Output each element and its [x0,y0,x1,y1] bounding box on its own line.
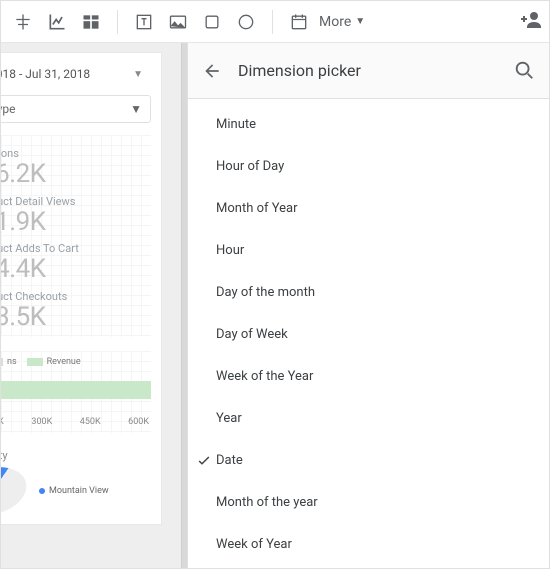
dimension-item[interactable]: Day of Week [188,313,549,355]
separator [117,10,118,34]
more-menu[interactable]: More ▼ [317,14,371,30]
bar [1,381,151,399]
scorecards: essions 76.2K roduct Detail Views 41.9K … [1,135,151,337]
dimension-item[interactable]: Minute [188,103,549,145]
pie-chart-card: y City 14% Mountain View [1,449,151,514]
dimension-item[interactable]: Month of Year [188,187,549,229]
scrollbar[interactable] [181,43,187,568]
dimension-item-label: Date [216,453,243,468]
dimension-item[interactable]: Hour of Day [188,145,549,187]
add-person-icon[interactable] [519,8,543,36]
rectangle-icon[interactable] [196,6,228,38]
dimension-item-label: Hour [216,243,244,258]
scorecard-value: 41.9K [1,208,151,237]
dimension-item-label: Minute [216,117,256,132]
circle-icon[interactable] [230,6,262,38]
dimension-item-label: Month of the year [216,495,318,510]
dimension-item[interactable]: Month of the year [188,481,549,523]
search-button[interactable] [513,59,537,83]
legend-item: ns [1,357,17,367]
chevron-down-icon: ▼ [130,102,142,116]
dimension-picker-panel: Dimension picker Minute Hour of Day Month … [187,43,549,568]
bar-chart: ns Revenue 150K 300K 450K 600K [1,351,151,433]
chart-icon[interactable] [41,6,73,38]
section-title: y City [1,449,151,462]
dimension-list: Minute Hour of Day Month of Year Hour Day of… [188,99,549,568]
dimension-item[interactable]: Date [188,439,549,481]
text-icon[interactable] [128,6,160,38]
legend-item: Revenue [27,357,81,367]
date-range-picker[interactable]: 2018 - Jul 31, 2018 ▼ [1,63,151,85]
scorecard-value: 14.4K [1,255,151,284]
dimension-item-label: Day of Week [216,327,288,342]
x-axis: 150K 300K 450K 600K [1,417,151,427]
toolbar: More ▼ [1,1,549,43]
scorecard-label: roduct Checkouts [1,290,151,303]
report-canvas: 2018 - Jul 31, 2018 ▼ Type ▼ essions 76.… [1,43,187,568]
dimension-item[interactable]: Year [188,397,549,439]
date-range-icon[interactable] [283,6,315,38]
pie-legend-item: Mountain View [39,486,109,496]
scorecard-label: roduct Detail Views [1,195,151,208]
panel-title: Dimension picker [238,61,499,80]
legend-dot-icon [39,488,45,494]
dimension-item-label: Month of Year [216,201,298,216]
dimension-item-label: Week of the Year [216,369,313,384]
dimension-item-label: Year [216,411,242,426]
scorecard-value: 76.2K [1,160,151,189]
chevron-down-icon: ▼ [133,69,143,80]
dimension-item-label: Week of Year [216,537,292,552]
dimension-item[interactable]: Week of the Year [188,355,549,397]
image-icon[interactable] [162,6,194,38]
date-range-text: 2018 - Jul 31, 2018 [1,67,90,81]
dimension-item[interactable]: Hour [188,229,549,271]
scorecard-value: 23.5K [1,303,151,332]
chevron-down-icon: ▼ [355,16,365,27]
dimension-item[interactable]: Day of the month [188,271,549,313]
dimension-item[interactable]: Week of Year [188,523,549,565]
separator [272,10,273,34]
align-center-icon[interactable] [7,6,39,38]
table-icon[interactable] [75,6,107,38]
type-label: Type [1,102,16,116]
back-button[interactable] [200,59,224,83]
check-icon [194,452,214,468]
dimension-item-label: Hour of Day [216,159,284,174]
pie-chart: 14% [1,468,27,514]
type-dropdown[interactable]: Type ▼ [1,95,151,123]
more-label: More [319,14,351,30]
dimension-item-label: Day of the month [216,285,315,300]
